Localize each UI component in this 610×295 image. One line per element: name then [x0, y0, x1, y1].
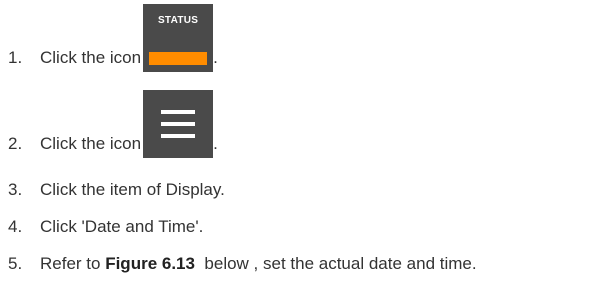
step-3: 3. Click the item of Display.: [0, 180, 225, 200]
step-number: 5.: [8, 254, 23, 273]
step-text: Click the icon: [40, 134, 142, 153]
step-5: 5. Refer to Figure 6.13 below , set the …: [0, 254, 477, 274]
menu-line: [161, 134, 196, 138]
step-text-after: below , set the actual date and time.: [194, 254, 477, 273]
figure-reference: Figure 6.13: [105, 254, 195, 273]
step-number: 3.: [8, 180, 23, 199]
hamburger-menu-icon: [143, 90, 214, 158]
step-text: Click the item of Display.: [40, 180, 225, 199]
step-text-before: Refer to: [40, 254, 106, 273]
step-suffix: .: [213, 48, 218, 67]
step-1: 1. Click the icon STATUS .: [0, 4, 218, 72]
menu-line: [161, 110, 196, 114]
step-text: Click 'Date and Time'.: [40, 217, 204, 236]
step-number: 2.: [8, 134, 23, 153]
status-bar: [149, 52, 208, 65]
menu-line: [161, 122, 196, 126]
step-suffix: .: [213, 134, 218, 153]
step-number: 4.: [8, 217, 23, 236]
step-text: Click the icon: [40, 48, 142, 67]
step-2: 2. Click the icon .: [0, 90, 218, 158]
status-icon-label: STATUS: [157, 15, 199, 26]
step-number: 1.: [8, 48, 23, 67]
status-icon: STATUS: [143, 4, 214, 72]
step-4: 4. Click 'Date and Time'.: [0, 217, 203, 237]
